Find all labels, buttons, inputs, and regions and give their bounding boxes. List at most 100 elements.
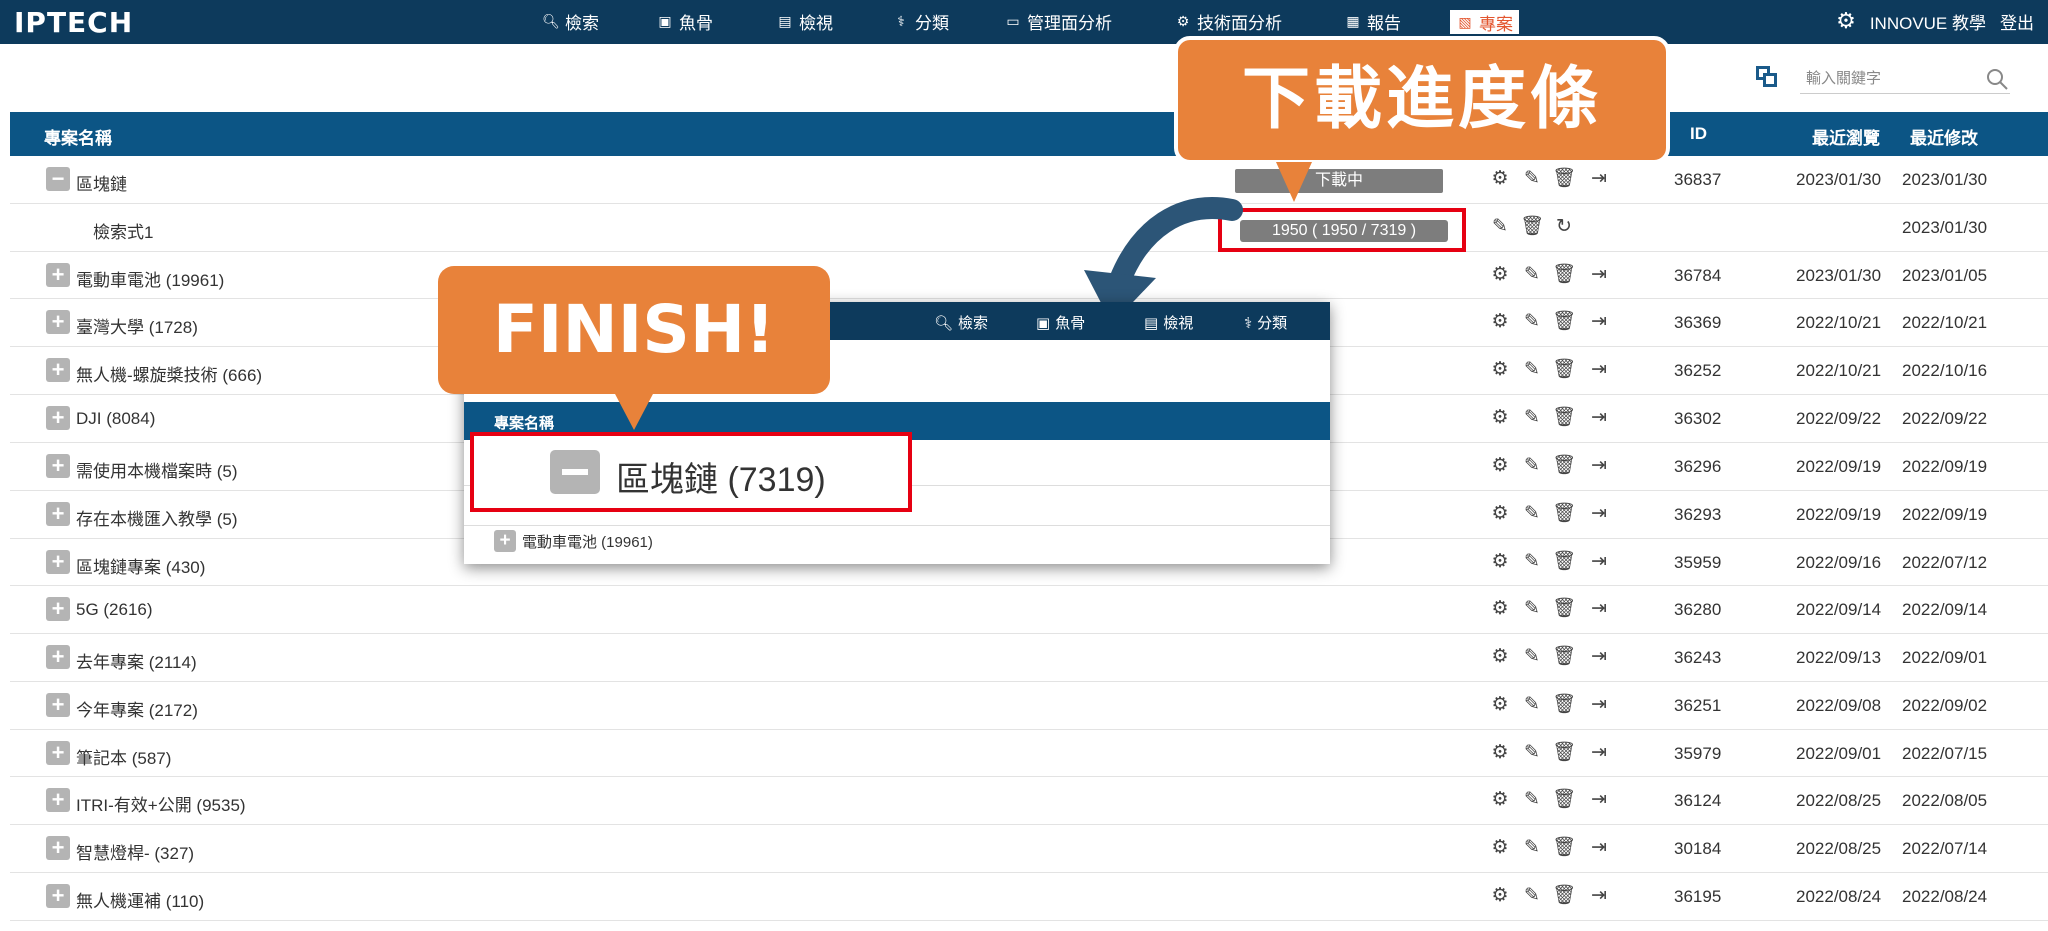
settings-icon[interactable]: ⚙: [1488, 455, 1512, 477]
header-project-name[interactable]: 專案名稱: [44, 124, 112, 149]
export-icon[interactable]: ⇥: [1584, 551, 1614, 573]
edit-icon[interactable]: ✎: [1520, 598, 1544, 620]
project-name[interactable]: 無人機-螺旋槳技術 (666): [76, 361, 262, 386]
trash-icon[interactable]: 🗑︎: [1552, 455, 1576, 477]
edit-icon[interactable]: ✎: [1520, 359, 1544, 381]
nav-tech-analysis[interactable]: ⚙ 技術面分析: [1174, 8, 1282, 34]
project-name[interactable]: 區塊鏈專案 (430): [76, 553, 205, 578]
trash-icon[interactable]: 🗑︎: [1552, 168, 1576, 190]
edit-icon[interactable]: ✎: [1520, 311, 1544, 333]
expand-icon[interactable]: +: [46, 836, 70, 860]
expand-icon[interactable]: +: [46, 454, 70, 478]
settings-icon[interactable]: ⚙: [1488, 551, 1512, 573]
export-icon[interactable]: ⇥: [1584, 646, 1614, 668]
edit-icon[interactable]: ✎: [1520, 789, 1544, 811]
table-row[interactable]: + 電動車電池 (19961) ⚙ ✎ 🗑︎ ⇥ 36784 2023/01/30 2023/0…: [10, 252, 2048, 299]
nav-fishbone[interactable]: ▣ 魚骨: [656, 8, 713, 34]
settings-icon[interactable]: ⚙: [1488, 264, 1512, 286]
settings-icon[interactable]: ⚙: [1488, 598, 1512, 620]
trash-icon[interactable]: 🗑︎: [1520, 216, 1544, 238]
project-name[interactable]: 去年專案 (2114): [76, 648, 197, 673]
nav-report[interactable]: ▦ 報告: [1344, 8, 1401, 34]
collapse-icon[interactable]: −: [46, 167, 70, 191]
project-name[interactable]: 區塊鏈: [76, 170, 127, 195]
table-row[interactable]: + 今年專案 (2172) ⚙ ✎ 🗑︎ ⇥ 36251 2022/09/08 2022/09/…: [10, 682, 2048, 730]
edit-icon[interactable]: ✎: [1520, 264, 1544, 286]
expand-icon[interactable]: +: [46, 263, 70, 287]
export-icon[interactable]: ⇥: [1584, 837, 1614, 859]
settings-icon[interactable]: ⚙: [1488, 742, 1512, 764]
export-icon[interactable]: ⇥: [1584, 885, 1614, 907]
project-name[interactable]: 今年專案 (2172): [76, 696, 198, 721]
expand-icon[interactable]: +: [46, 550, 70, 574]
project-name[interactable]: 筆記本 (587): [76, 744, 171, 769]
user-name[interactable]: INNOVUE 教學: [1870, 9, 1986, 34]
project-name[interactable]: DJI (8084): [76, 409, 155, 429]
table-row[interactable]: − 區塊鏈 ⚙ ✎ 🗑︎ ⇥ 36837 2023/01/30 2023/01/30: [10, 156, 2048, 204]
project-name[interactable]: ITRI-有效+公開 (9535): [76, 791, 246, 816]
edit-icon[interactable]: ✎: [1520, 742, 1544, 764]
edit-icon[interactable]: ✎: [1520, 407, 1544, 429]
table-row[interactable]: + ITRI-有效+公開 (9535) ⚙ ✎ 🗑︎ ⇥ 36124 2022/08/25 20…: [10, 777, 2048, 825]
trash-icon[interactable]: 🗑︎: [1552, 407, 1576, 429]
expand-icon[interactable]: +: [46, 502, 70, 526]
iptech-logo[interactable]: IPTECH: [14, 6, 133, 39]
export-icon[interactable]: ⇥: [1584, 742, 1614, 764]
export-icon[interactable]: ⇥: [1584, 407, 1614, 429]
project-name[interactable]: 無人機運補 (110): [76, 887, 204, 912]
edit-icon[interactable]: ✎: [1488, 216, 1512, 238]
trash-icon[interactable]: 🗑︎: [1552, 598, 1576, 620]
settings-gear-icon[interactable]: ⚙: [1836, 8, 1856, 34]
keyword-search-input[interactable]: [1800, 64, 2010, 94]
table-row-child[interactable]: 檢索式1 ✎ 🗑︎ ↻ 2023/01/30: [10, 204, 2048, 252]
expand-icon[interactable]: +: [46, 645, 70, 669]
edit-icon[interactable]: ✎: [1520, 168, 1544, 190]
expand-icon[interactable]: +: [46, 597, 70, 621]
export-icon[interactable]: ⇥: [1584, 168, 1614, 190]
settings-icon[interactable]: ⚙: [1488, 694, 1512, 716]
expand-icon[interactable]: +: [46, 358, 70, 382]
expand-icon[interactable]: +: [46, 741, 70, 765]
nav-view[interactable]: ▤ 檢視: [776, 8, 833, 34]
settings-icon[interactable]: ⚙: [1488, 168, 1512, 190]
edit-icon[interactable]: ✎: [1520, 503, 1544, 525]
trash-icon[interactable]: 🗑︎: [1552, 503, 1576, 525]
nav-classify[interactable]: ⚕ 分類: [892, 8, 949, 34]
edit-icon[interactable]: ✎: [1520, 885, 1544, 907]
project-name[interactable]: 需使用本機檔案時 (5): [76, 457, 238, 482]
project-name[interactable]: 智慧燈桿- (327): [76, 839, 194, 864]
expand-icon[interactable]: +: [46, 310, 70, 334]
export-icon[interactable]: ⇥: [1584, 311, 1614, 333]
table-row[interactable]: + 去年專案 (2114) ⚙ ✎ 🗑︎ ⇥ 36243 2022/09/13 2022/09/…: [10, 634, 2048, 682]
trash-icon[interactable]: 🗑︎: [1552, 885, 1576, 907]
project-name[interactable]: 電動車電池 (19961): [76, 266, 224, 291]
settings-icon[interactable]: ⚙: [1488, 885, 1512, 907]
project-name[interactable]: 臺灣大學 (1728): [76, 313, 198, 338]
trash-icon[interactable]: 🗑︎: [1552, 359, 1576, 381]
export-icon[interactable]: ⇥: [1584, 503, 1614, 525]
nav-project[interactable]: ▧ 專案: [1450, 10, 1519, 34]
export-icon[interactable]: ⇥: [1584, 264, 1614, 286]
edit-icon[interactable]: ✎: [1520, 646, 1544, 668]
trash-icon[interactable]: 🗑︎: [1552, 837, 1576, 859]
trash-icon[interactable]: 🗑︎: [1552, 311, 1576, 333]
refresh-icon[interactable]: ↻: [1552, 216, 1576, 238]
trash-icon[interactable]: 🗑︎: [1552, 646, 1576, 668]
trash-icon[interactable]: 🗑︎: [1552, 694, 1576, 716]
export-icon[interactable]: ⇥: [1584, 359, 1614, 381]
trash-icon[interactable]: 🗑︎: [1552, 264, 1576, 286]
edit-icon[interactable]: ✎: [1520, 694, 1544, 716]
trash-icon[interactable]: 🗑︎: [1552, 789, 1576, 811]
edit-icon[interactable]: ✎: [1520, 551, 1544, 573]
edit-icon[interactable]: ✎: [1520, 455, 1544, 477]
export-icon[interactable]: ⇥: [1584, 789, 1614, 811]
settings-icon[interactable]: ⚙: [1488, 311, 1512, 333]
expand-icon[interactable]: +: [46, 884, 70, 908]
table-row[interactable]: + 智慧燈桿- (327) ⚙ ✎ 🗑︎ ⇥ 30184 2022/08/25 2022/07/…: [10, 825, 2048, 873]
settings-icon[interactable]: ⚙: [1488, 503, 1512, 525]
project-name[interactable]: 存在本機匯入教學 (5): [76, 505, 238, 530]
copy-project-icon[interactable]: [1756, 66, 1778, 88]
table-row[interactable]: + 無人機運補 (110) ⚙ ✎ 🗑︎ ⇥ 36195 2022/08/24 2022/08/…: [10, 873, 2048, 921]
nav-management-analysis[interactable]: ▭ 管理面分析: [1004, 8, 1112, 34]
settings-icon[interactable]: ⚙: [1488, 789, 1512, 811]
